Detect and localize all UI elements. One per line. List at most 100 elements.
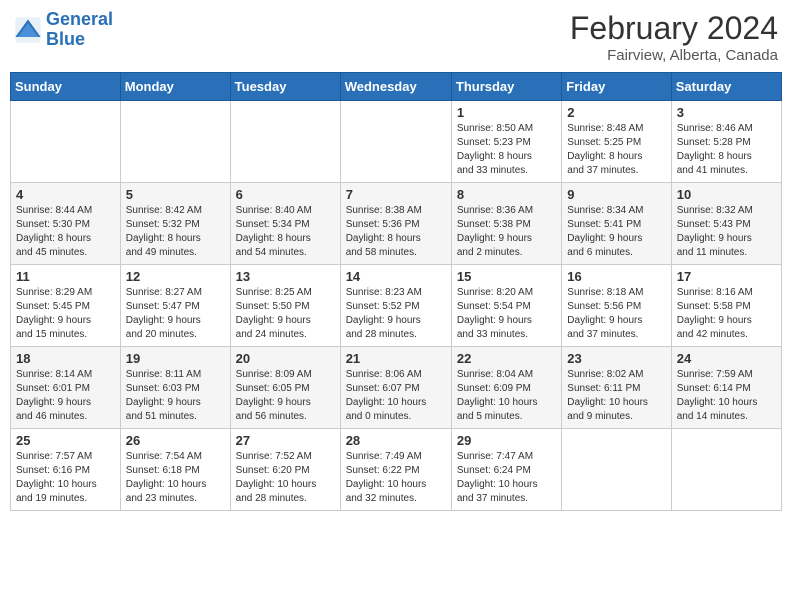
day-info: Sunrise: 8:18 AM Sunset: 5:56 PM Dayligh… — [567, 286, 665, 342]
day-number: 19 — [126, 351, 225, 366]
calendar-cell: 24 Sunrise: 7:59 AM Sunset: 6:14 PM Dayli… — [671, 347, 781, 429]
calendar-cell: 3 Sunrise: 8:46 AM Sunset: 5:28 PM Daylig… — [671, 101, 781, 183]
day-info: Sunrise: 8:09 AM Sunset: 6:05 PM Dayligh… — [236, 368, 335, 424]
day-number: 5 — [126, 187, 225, 202]
day-number: 8 — [457, 187, 556, 202]
calendar-cell: 5 Sunrise: 8:42 AM Sunset: 5:32 PM Daylig… — [120, 183, 230, 265]
day-number: 17 — [677, 269, 776, 284]
calendar-cell: 16 Sunrise: 8:18 AM Sunset: 5:56 PM Dayli… — [562, 265, 671, 347]
day-info: Sunrise: 8:40 AM Sunset: 5:34 PM Dayligh… — [236, 204, 335, 260]
calendar-week-1: 4Sunrise: 8:44 AM Sunset: 5:30 PM Daylig… — [11, 183, 782, 265]
day-number: 16 — [567, 269, 665, 284]
day-info: Sunrise: 8:23 AM Sunset: 5:52 PM Dayligh… — [346, 286, 446, 342]
title-area: February 2024 Fairview, Alberta, Canada — [570, 10, 778, 64]
day-number: 18 — [16, 351, 115, 366]
day-info: Sunrise: 8:27 AM Sunset: 5:47 PM Dayligh… — [126, 286, 225, 342]
calendar-cell: 9 Sunrise: 8:34 AM Sunset: 5:41 PM Daylig… — [562, 183, 671, 265]
calendar-cell: 29Sunrise: 7:47 AM Sunset: 6:24 PM Dayli… — [451, 429, 561, 511]
calendar-cell — [120, 101, 230, 183]
calendar-cell: 8Sunrise: 8:36 AM Sunset: 5:38 PM Daylig… — [451, 183, 561, 265]
day-header-wednesday: Wednesday — [340, 73, 451, 101]
day-header-tuesday: Tuesday — [230, 73, 340, 101]
page-title: February 2024 — [570, 10, 778, 47]
page-subtitle: Fairview, Alberta, Canada — [570, 47, 778, 64]
day-number: 2 — [567, 105, 665, 120]
day-number: 12 — [126, 269, 225, 284]
day-info: Sunrise: 8:38 AM Sunset: 5:36 PM Dayligh… — [346, 204, 446, 260]
calendar-cell: 11 Sunrise: 8:29 AM Sunset: 5:45 PM Dayli… — [11, 265, 121, 347]
day-info: Sunrise: 7:49 AM Sunset: 6:22 PM Dayligh… — [346, 450, 446, 506]
calendar-cell: 7 Sunrise: 8:38 AM Sunset: 5:36 PM Daylig… — [340, 183, 451, 265]
calendar-cell: 10Sunrise: 8:32 AM Sunset: 5:43 PM Dayli… — [671, 183, 781, 265]
day-header-monday: Monday — [120, 73, 230, 101]
day-info: Sunrise: 7:57 AM Sunset: 6:16 PM Dayligh… — [16, 450, 115, 506]
calendar-cell: 15 Sunrise: 8:20 AM Sunset: 5:54 PM Dayli… — [451, 265, 561, 347]
day-info: Sunrise: 8:48 AM Sunset: 5:25 PM Dayligh… — [567, 122, 665, 178]
day-number: 26 — [126, 433, 225, 448]
header: General Blue February 2024 Fairview, Alb… — [10, 10, 782, 64]
day-number: 9 — [567, 187, 665, 202]
day-info: Sunrise: 7:59 AM Sunset: 6:14 PM Dayligh… — [677, 368, 776, 424]
logo: General Blue — [14, 10, 113, 50]
day-info: Sunrise: 8:50 AM Sunset: 5:23 PM Dayligh… — [457, 122, 556, 178]
day-number: 6 — [236, 187, 335, 202]
calendar-cell: 25 Sunrise: 7:57 AM Sunset: 6:16 PM Dayli… — [11, 429, 121, 511]
day-number: 24 — [677, 351, 776, 366]
day-number: 25 — [16, 433, 115, 448]
calendar-cell: 18 Sunrise: 8:14 AM Sunset: 6:01 PM Dayli… — [11, 347, 121, 429]
calendar-cell: 2 Sunrise: 8:48 AM Sunset: 5:25 PM Daylig… — [562, 101, 671, 183]
day-info: Sunrise: 8:34 AM Sunset: 5:41 PM Dayligh… — [567, 204, 665, 260]
day-info: Sunrise: 8:16 AM Sunset: 5:58 PM Dayligh… — [677, 286, 776, 342]
day-info: Sunrise: 8:29 AM Sunset: 5:45 PM Dayligh… — [16, 286, 115, 342]
day-header-sunday: Sunday — [11, 73, 121, 101]
day-number: 15 — [457, 269, 556, 284]
day-info: Sunrise: 8:42 AM Sunset: 5:32 PM Dayligh… — [126, 204, 225, 260]
day-number: 27 — [236, 433, 335, 448]
day-info: Sunrise: 8:11 AM Sunset: 6:03 PM Dayligh… — [126, 368, 225, 424]
day-number: 23 — [567, 351, 665, 366]
day-info: Sunrise: 7:52 AM Sunset: 6:20 PM Dayligh… — [236, 450, 335, 506]
day-info: Sunrise: 8:06 AM Sunset: 6:07 PM Dayligh… — [346, 368, 446, 424]
day-number: 11 — [16, 269, 115, 284]
day-number: 4 — [16, 187, 115, 202]
day-header-thursday: Thursday — [451, 73, 561, 101]
calendar-cell: 12 Sunrise: 8:27 AM Sunset: 5:47 PM Dayli… — [120, 265, 230, 347]
calendar-cell: 26 Sunrise: 7:54 AM Sunset: 6:18 PM Dayli… — [120, 429, 230, 511]
calendar-cell: 19 Sunrise: 8:11 AM Sunset: 6:03 PM Dayli… — [120, 347, 230, 429]
day-header-friday: Friday — [562, 73, 671, 101]
day-number: 13 — [236, 269, 335, 284]
calendar-cell — [340, 101, 451, 183]
day-number: 21 — [346, 351, 446, 366]
day-number: 7 — [346, 187, 446, 202]
day-info: Sunrise: 7:54 AM Sunset: 6:18 PM Dayligh… — [126, 450, 225, 506]
calendar-cell: 6 Sunrise: 8:40 AM Sunset: 5:34 PM Daylig… — [230, 183, 340, 265]
calendar-cell — [11, 101, 121, 183]
calendar-cell: 13 Sunrise: 8:25 AM Sunset: 5:50 PM Dayli… — [230, 265, 340, 347]
day-info: Sunrise: 8:25 AM Sunset: 5:50 PM Dayligh… — [236, 286, 335, 342]
logo-text: General Blue — [46, 10, 113, 50]
day-number: 1 — [457, 105, 556, 120]
calendar-week-2: 11 Sunrise: 8:29 AM Sunset: 5:45 PM Dayli… — [11, 265, 782, 347]
calendar-week-3: 18 Sunrise: 8:14 AM Sunset: 6:01 PM Dayli… — [11, 347, 782, 429]
calendar-cell: 14 Sunrise: 8:23 AM Sunset: 5:52 PM Dayli… — [340, 265, 451, 347]
logo-line1: General — [46, 9, 113, 29]
calendar-cell: 23 Sunrise: 8:02 AM Sunset: 6:11 PM Dayli… — [562, 347, 671, 429]
calendar-cell: 4Sunrise: 8:44 AM Sunset: 5:30 PM Daylig… — [11, 183, 121, 265]
calendar-cell: 21 Sunrise: 8:06 AM Sunset: 6:07 PM Dayli… — [340, 347, 451, 429]
logo-line2: Blue — [46, 29, 85, 49]
day-info: Sunrise: 8:02 AM Sunset: 6:11 PM Dayligh… — [567, 368, 665, 424]
calendar-cell: 27 Sunrise: 7:52 AM Sunset: 6:20 PM Dayli… — [230, 429, 340, 511]
day-info: Sunrise: 8:46 AM Sunset: 5:28 PM Dayligh… — [677, 122, 776, 178]
day-number: 3 — [677, 105, 776, 120]
day-number: 29 — [457, 433, 556, 448]
day-info: Sunrise: 8:20 AM Sunset: 5:54 PM Dayligh… — [457, 286, 556, 342]
calendar-week-4: 25 Sunrise: 7:57 AM Sunset: 6:16 PM Dayli… — [11, 429, 782, 511]
calendar-cell — [562, 429, 671, 511]
calendar-table: SundayMondayTuesdayWednesdayThursdayFrid… — [10, 72, 782, 511]
day-number: 10 — [677, 187, 776, 202]
day-info: Sunrise: 8:04 AM Sunset: 6:09 PM Dayligh… — [457, 368, 556, 424]
calendar-cell: 20Sunrise: 8:09 AM Sunset: 6:05 PM Dayli… — [230, 347, 340, 429]
day-info: Sunrise: 8:14 AM Sunset: 6:01 PM Dayligh… — [16, 368, 115, 424]
calendar-cell: 28Sunrise: 7:49 AM Sunset: 6:22 PM Dayli… — [340, 429, 451, 511]
day-number: 14 — [346, 269, 446, 284]
